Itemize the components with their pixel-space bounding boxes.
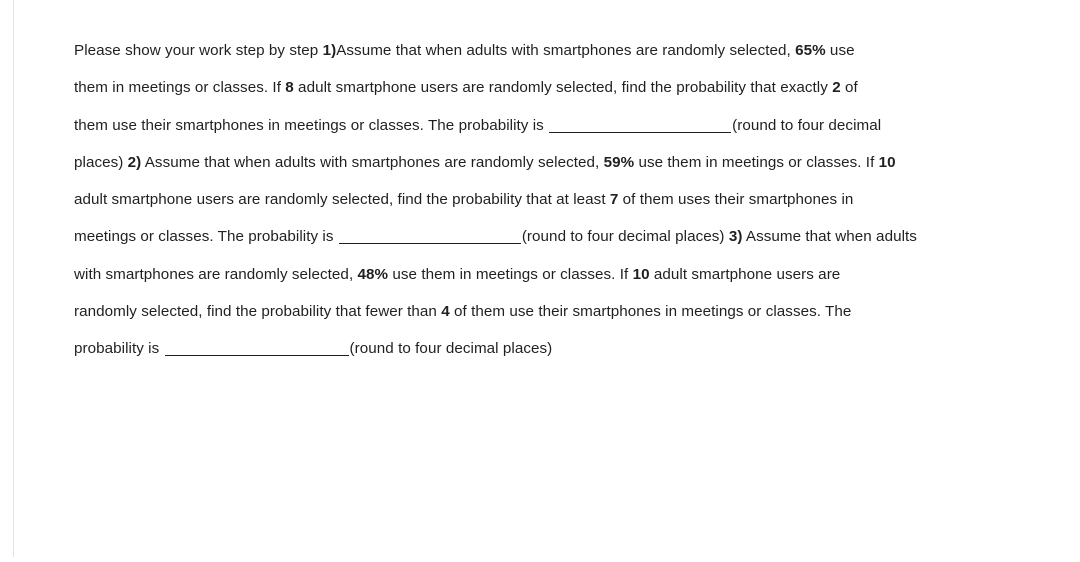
document-page: Please show your work step by step 1)Ass… xyxy=(0,0,1080,562)
emphasized-value: 10 xyxy=(632,265,650,283)
text-run: Please show your work step by step xyxy=(74,42,323,59)
text-run: (round to four decimal places) xyxy=(349,340,553,358)
text-run: places) xyxy=(74,153,128,171)
emphasized-value: 59% xyxy=(603,153,635,171)
text-run: use them in meetings or classes. If xyxy=(388,265,633,283)
emphasized-value: 2) xyxy=(127,153,142,171)
question-text-line: places) 2) Assume that when adults with … xyxy=(74,144,1069,181)
question-text-line: them in meetings or classes. If 8 adult … xyxy=(74,69,1069,106)
question-text-line: probability is (round to four decimal pl… xyxy=(74,330,1069,367)
text-run: of xyxy=(840,79,858,97)
emphasized-value: 2 xyxy=(832,79,841,97)
question-text-block: Please show your work step by step 1)Ass… xyxy=(74,32,1069,368)
text-run: use xyxy=(825,42,855,59)
text-run: use them in meetings or classes. If xyxy=(634,153,879,171)
emphasized-value: 3) xyxy=(728,228,743,246)
text-run: Assume that when adults xyxy=(742,228,917,246)
text-run: randomly selected, find the probability … xyxy=(74,303,442,321)
text-run: probability is xyxy=(74,340,164,358)
text-run: meetings or classes. The probability is xyxy=(74,228,338,246)
emphasized-value: 1) xyxy=(322,42,337,59)
text-run: (round to four decimal xyxy=(732,116,882,134)
page-left-border-rule xyxy=(13,0,14,557)
emphasized-value: 48% xyxy=(357,265,389,283)
emphasized-value: 4 xyxy=(441,303,450,321)
text-run: adult smartphone users are randomly sele… xyxy=(74,191,610,209)
answer-blank-underline[interactable] xyxy=(164,355,349,357)
question-text-line: adult smartphone users are randomly sele… xyxy=(74,181,1069,218)
text-run: of them uses their smartphones in xyxy=(618,191,854,209)
question-text-line: with smartphones are randomly selected, … xyxy=(74,256,1069,293)
emphasized-value: 10 xyxy=(878,153,896,171)
text-run: (round to four decimal places) xyxy=(521,228,729,246)
emphasized-value: 65% xyxy=(795,42,826,59)
answer-blank-underline[interactable] xyxy=(549,131,732,133)
text-run: Assume that when adults with smartphones… xyxy=(336,42,796,59)
question-text-line: Please show your work step by step 1)Ass… xyxy=(74,32,1069,69)
text-run: them in meetings or classes. If xyxy=(74,79,286,97)
question-text-line: randomly selected, find the probability … xyxy=(74,293,1069,330)
question-text-line: meetings or classes. The probability is … xyxy=(74,218,1069,255)
text-run: them use their smartphones in meetings o… xyxy=(74,116,549,134)
question-text-line: them use their smartphones in meetings o… xyxy=(74,107,1069,144)
text-run: of them use their smartphones in meeting… xyxy=(449,303,852,321)
emphasized-value: 8 xyxy=(285,79,294,97)
text-run: adult smartphone users are randomly sele… xyxy=(293,79,833,97)
text-run: adult smartphone users are xyxy=(649,265,841,283)
answer-blank-underline[interactable] xyxy=(338,243,521,245)
text-run: with smartphones are randomly selected, xyxy=(74,265,358,283)
text-run: Assume that when adults with smartphones… xyxy=(141,153,604,171)
